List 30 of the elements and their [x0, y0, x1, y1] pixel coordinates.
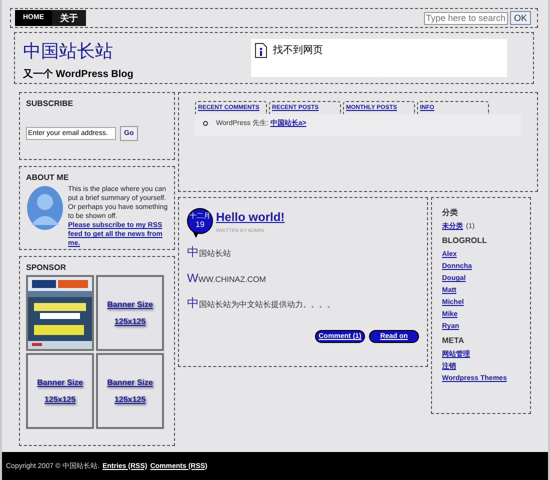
- sponsor-banner[interactable]: [26, 275, 94, 351]
- post-paragraph: 中国站长站: [187, 244, 232, 261]
- site-tagline: 又一个 WordPress Blog: [23, 68, 134, 81]
- sidebar-heading: BLOGROLL: [442, 236, 488, 246]
- site-title[interactable]: 中国站长站: [23, 39, 134, 63]
- widget-title: SPONSOR: [26, 263, 68, 272]
- nav-tab[interactable]: 关于: [52, 10, 86, 26]
- search-button[interactable]: OK: [510, 11, 531, 25]
- notice-text: 找不到网页: [273, 44, 323, 57]
- post-paragraph: WWW.CHINAZ.COM: [187, 271, 267, 285]
- banner-slot[interactable]: Banner Size 125x125: [26, 353, 94, 429]
- banner-slot[interactable]: Banner Size 125x125: [96, 275, 164, 351]
- sidebar-heading: META: [442, 336, 466, 346]
- search-field[interactable]: Type here to search: [424, 12, 508, 24]
- banner-size: 125x125: [114, 317, 146, 326]
- date-day: 19: [196, 221, 204, 229]
- widget-title: SUBSCRIBE: [26, 99, 74, 108]
- banner-text: Banner Size: [37, 378, 83, 387]
- avatar-icon: [26, 185, 64, 231]
- banner-size: 125x125: [114, 395, 146, 404]
- post-title[interactable]: Hello world!: [216, 210, 285, 224]
- post-paragraph: 中国站长站为中文站长提供动力。。。。: [187, 295, 336, 312]
- sidebar-heading: 分类: [442, 208, 459, 218]
- banner-text: Banner Size: [107, 378, 153, 387]
- bullet-icon: [203, 120, 208, 126]
- banner-slot[interactable]: Banner Size 125x125: [96, 353, 164, 429]
- info-icon: [255, 43, 267, 58]
- banner-text: Banner Size: [107, 300, 153, 309]
- banner-size: 125x125: [44, 395, 76, 404]
- widget-title: ABOUT ME: [26, 173, 70, 182]
